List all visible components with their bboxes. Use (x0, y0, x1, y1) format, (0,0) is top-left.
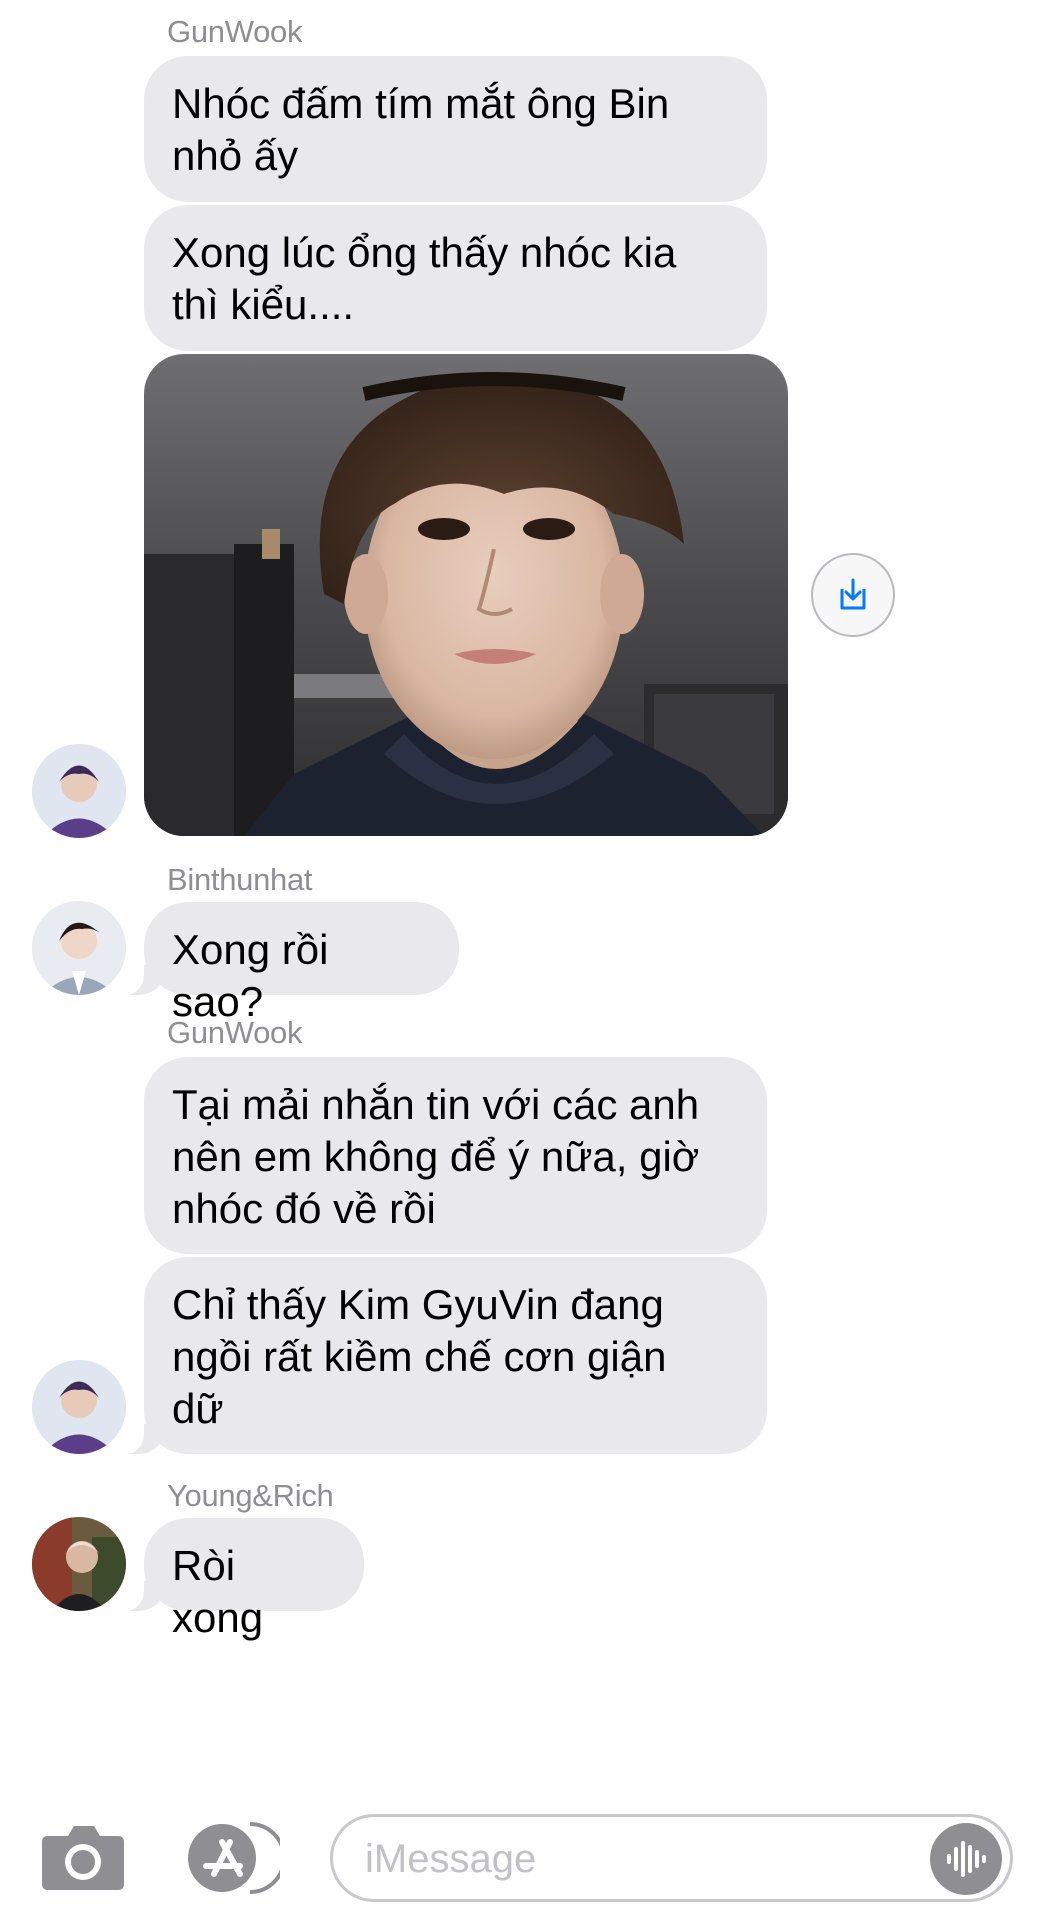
avatar-gunwook[interactable] (32, 1360, 126, 1454)
avatar-image (32, 901, 126, 995)
message-line: Xong rồi sao? (172, 926, 329, 1025)
message-line: Nhóc đấm tím mắt ông Bin (172, 80, 670, 127)
message-line: ngồi rất kiềm chế cơn giận (172, 1333, 667, 1380)
audio-waveform-icon (947, 1841, 986, 1877)
sender-name: GunWook (167, 1015, 303, 1050)
app-store-button[interactable] (180, 1818, 286, 1898)
sender-name: GunWook (167, 14, 303, 49)
message-bubble[interactable]: Ròi xong (114, 1518, 364, 1641)
avatar-young-rich[interactable] (32, 1517, 126, 1611)
message-line: nhỏ ấy (172, 132, 299, 179)
message-line: nên em không để ý nữa, giờ (172, 1133, 700, 1180)
message-line: Chỉ thấy Kim GyuVin đang (172, 1281, 664, 1328)
message-bubble[interactable]: Xong rồi sao? (114, 902, 459, 1025)
message-line: nhóc đó về rồi (172, 1185, 436, 1232)
camera-button[interactable] (40, 1822, 126, 1892)
photo-image (144, 354, 788, 836)
image-attachment[interactable] (144, 354, 788, 836)
avatar-binthunhat[interactable] (32, 901, 126, 995)
camera-icon (42, 1826, 124, 1890)
avatar-image (32, 1517, 126, 1611)
message-input-bar (0, 1800, 1057, 1920)
download-icon (840, 578, 866, 610)
imessage-input-field[interactable] (330, 1814, 1013, 1902)
avatar-image (32, 744, 126, 838)
message-line: dữ (172, 1385, 224, 1432)
message-bubble[interactable]: Tại mải nhắn tin với các anh nên em khôn… (144, 1057, 767, 1254)
app-store-icon (188, 1822, 286, 1894)
message-line: Ròi xong (172, 1542, 264, 1641)
sender-name: Young&Rich (167, 1478, 334, 1513)
save-image-button[interactable] (811, 553, 895, 637)
message-line: Tại mải nhắn tin với các anh (172, 1081, 700, 1128)
message-bubble[interactable]: Xong lúc ổng thấy nhóc kia thì kiểu.... (144, 205, 767, 351)
message-bubble[interactable]: Chỉ thấy Kim GyuVin đang ngồi rất kiềm c… (114, 1257, 767, 1454)
avatar-gunwook[interactable] (32, 744, 126, 838)
sender-name: Binthunhat (167, 862, 313, 897)
audio-message-button[interactable] (930, 1823, 1002, 1895)
message-line: thì kiểu.... (172, 281, 355, 328)
message-bubble[interactable]: Nhóc đấm tím mắt ông Bin nhỏ ấy (144, 56, 767, 202)
avatar-image (32, 1360, 126, 1454)
imessage-input[interactable] (363, 1829, 927, 1889)
message-line: Xong lúc ổng thấy nhóc kia (172, 229, 677, 276)
